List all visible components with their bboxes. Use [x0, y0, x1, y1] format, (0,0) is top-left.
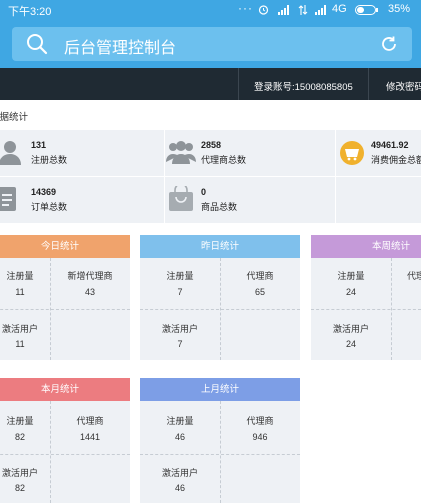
network-type: 4G [332, 3, 347, 15]
alarm-icon [258, 4, 269, 15]
section-header: 数据统计 [0, 100, 421, 130]
label-registrations: 注册量 [166, 271, 194, 281]
card-week: 本周统计 注册量 24 代理商 激活用户 24 [311, 235, 421, 360]
value-registrations: 46 [174, 432, 185, 442]
users-group-icon [165, 140, 197, 164]
label-agents: 代理商 [76, 416, 104, 426]
stat-value: 0 [201, 187, 207, 197]
card-header: 今日统计 [0, 235, 130, 258]
account-bar: 登录账号:15008085805 修改密码 [0, 68, 421, 100]
value-registrations: 24 [345, 287, 356, 297]
label-registrations: 注册量 [337, 271, 365, 281]
label-registrations: 注册量 [166, 416, 194, 426]
divider [140, 309, 300, 310]
card-yesterday: 昨日统计 注册量 7 代理商 65 激活用户 7 [140, 235, 300, 360]
stat-agents: 2858 代理商总数 [165, 130, 335, 176]
value-agents: 43 [84, 287, 95, 297]
value-activated: 24 [345, 339, 356, 349]
label-agents: 代理商 [407, 271, 421, 281]
divider [368, 68, 369, 100]
value-registrations: 11 [15, 287, 25, 297]
battery-percent: 35% [388, 3, 411, 15]
value-agents: 1441 [79, 432, 101, 442]
label-registrations: 注册量 [6, 271, 34, 281]
divider [238, 68, 239, 100]
label-activated: 激活用户 [161, 468, 198, 478]
card-header: 上月统计 [140, 378, 300, 401]
shopping-bag-icon [167, 183, 195, 212]
stat-value: 2858 [201, 140, 222, 150]
card-this-month: 本月统计 注册量 82 代理商 1441 激活用户 82 [0, 378, 130, 503]
card-header: 本周统计 [311, 235, 421, 258]
search-box[interactable]: 后台管理控制台 [12, 27, 412, 61]
stat-orders: 14369 订单总数 [0, 177, 164, 223]
label-agents: 新增代理商 [67, 271, 113, 281]
commission-icon [339, 140, 365, 166]
stat-value: 131 [31, 140, 47, 150]
value-registrations: 82 [14, 432, 25, 442]
page-title: 后台管理控制台 [64, 40, 177, 57]
value-activated: 11 [15, 339, 25, 349]
value-agents: 65 [254, 287, 265, 297]
refresh-icon[interactable] [380, 35, 398, 53]
order-list-icon [0, 186, 18, 212]
card-today: 今日统计 注册量 11 新增代理商 43 激活用户 11 [0, 235, 130, 360]
stat-label: 商品总数 [201, 202, 238, 212]
label-activated: 激活用户 [1, 468, 38, 478]
signal-icon-2 [315, 5, 327, 15]
stat-value: 49461.92 [371, 140, 409, 150]
card-header: 本月统计 [0, 378, 130, 401]
battery-icon [355, 5, 379, 15]
stat-commission: 49461.92 消费佣金总额 [336, 130, 421, 176]
stat-label: 注册总数 [31, 155, 68, 165]
app-title-bar: 后台管理控制台 [0, 20, 421, 68]
stat-label: 消费佣金总额 [371, 155, 421, 165]
user-icon [0, 138, 24, 166]
label-registrations: 注册量 [6, 416, 34, 426]
stat-value: 14369 [31, 187, 57, 197]
divider [311, 309, 421, 310]
value-agents: 946 [252, 432, 268, 442]
label-agents: 代理商 [246, 271, 274, 281]
value-activated: 7 [177, 339, 183, 349]
divider [0, 309, 130, 310]
data-transfer-icon [298, 4, 308, 16]
stat-label: 代理商总数 [201, 155, 247, 165]
divider [140, 454, 300, 455]
status-bar: 下午3:20 ··· 4G 35% [0, 0, 421, 20]
card-header: 昨日统计 [140, 235, 300, 258]
label-activated: 激活用户 [1, 324, 38, 334]
status-time: 下午3:20 [8, 6, 52, 18]
value-registrations: 7 [177, 287, 183, 297]
label-activated: 激活用户 [332, 324, 369, 334]
status-dots: ··· [238, 1, 253, 15]
stat-label: 订单总数 [31, 202, 68, 212]
divider [0, 454, 130, 455]
value-activated: 46 [174, 483, 185, 493]
login-account: 登录账号:15008085805 [254, 82, 353, 93]
label-activated: 激活用户 [161, 324, 198, 334]
label-agents: 代理商 [246, 416, 274, 426]
stat-registered: 131 注册总数 [0, 130, 164, 176]
card-last-month: 上月统计 注册量 46 代理商 946 激活用户 46 [140, 378, 300, 503]
signal-icon [278, 5, 290, 15]
value-activated: 82 [14, 483, 25, 493]
stat-empty [336, 177, 421, 223]
change-password-link[interactable]: 修改密码 [386, 79, 421, 93]
search-icon[interactable] [26, 33, 48, 55]
section-title: 数据统计 [0, 112, 29, 123]
stat-products: 0 商品总数 [165, 177, 335, 223]
